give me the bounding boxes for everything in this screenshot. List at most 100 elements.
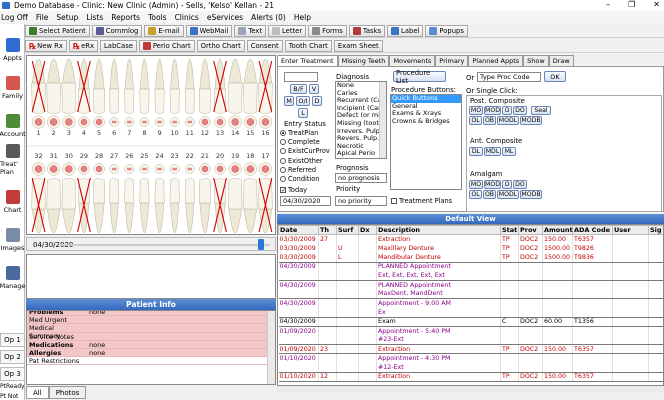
menu-eservices[interactable]: eServices <box>207 13 243 22</box>
module-chart[interactable]: Chart <box>0 176 25 214</box>
module-family[interactable]: Family <box>0 62 25 100</box>
table-row[interactable]: Ex <box>278 308 663 318</box>
procedure-list-button[interactable]: Procedure List <box>393 69 446 85</box>
table-row[interactable]: 01/09/2020 23 Extraction TP DOC2 150.00 T6357 <box>278 344 663 355</box>
column-header-ada-code[interactable]: ADA Code <box>572 225 613 235</box>
patient-info-row[interactable]: Med Urgent <box>27 316 269 325</box>
surface-oi-button[interactable]: O/I <box>296 96 310 106</box>
post-row2-ob-button[interactable]: OB <box>483 116 496 125</box>
date-slider-track[interactable] <box>60 244 270 246</box>
amal-row2-modl-button[interactable]: MODL <box>497 190 519 199</box>
status-treatplan-radio[interactable]: TreatPlan <box>280 128 330 137</box>
table-row[interactable]: #23-Ext <box>278 335 663 346</box>
amal-row2-ob-button[interactable]: OB <box>483 190 496 199</box>
webmail-button[interactable]: WebMail <box>185 24 233 37</box>
post-row1-mod-button[interactable]: MOD <box>484 106 501 115</box>
surface-d-button[interactable]: D <box>312 96 322 106</box>
column-header-description[interactable]: Description <box>376 225 501 235</box>
procedure-category-item[interactable]: Crowns & Bridges <box>391 117 461 126</box>
labcase-button[interactable]: LabCase <box>100 39 137 52</box>
table-row[interactable]: 04/30/2009 Exam C DOC2 60.00 T1356 <box>278 317 663 327</box>
patient-info-row[interactable]: Allergies none <box>27 348 269 358</box>
seal-button[interactable]: Seal <box>531 106 551 115</box>
column-header-surf[interactable]: Surf <box>336 225 359 235</box>
module-images[interactable]: Images <box>0 214 25 252</box>
proc-code-ok-button[interactable]: OK <box>544 71 566 82</box>
column-header-stat[interactable]: Stat <box>500 225 519 235</box>
ant-row-ml-button[interactable]: ML <box>502 147 516 156</box>
ortho-chart-button[interactable]: Ortho Chart <box>196 39 245 52</box>
status-complete-radio[interactable]: Complete <box>280 137 330 146</box>
prognosis-select[interactable]: no prognosis <box>335 173 387 183</box>
surface-bf-button[interactable]: B/F <box>290 84 307 94</box>
table-row[interactable]: 03/30/2009 U Maxillary Denture TP DOC2 1500.0… <box>278 243 663 253</box>
column-header-prov[interactable]: Prov <box>518 225 543 235</box>
amal-row1-mod-button[interactable]: MOD <box>484 180 501 189</box>
menu-file[interactable]: File <box>36 13 49 22</box>
table-row[interactable]: 04/30/2009 PLANNED Appointment <box>278 280 663 290</box>
op-button-1[interactable]: Op 1 <box>0 333 25 347</box>
tooth-13[interactable]: 13 <box>213 58 227 137</box>
label-button[interactable]: Label <box>387 24 424 37</box>
tab-photos[interactable]: Photos <box>48 386 87 399</box>
menu-help[interactable]: Help <box>294 13 311 22</box>
table-row[interactable]: 04/30/2009 Appointment - 9:00 AM <box>278 298 663 308</box>
treatment-plans-checkbox[interactable]: Treatment Plans <box>391 197 452 205</box>
table-row[interactable]: 03/30/2009 L Mandibular Denture TP DOC2 1500.… <box>278 252 663 263</box>
module-manage[interactable]: Manage <box>0 252 25 290</box>
column-header-amount[interactable]: Amount <box>542 225 573 235</box>
table-row[interactable]: 03/30/2009 27 Extraction TP DOC2 150.00 T6357 <box>278 234 663 244</box>
status-existcurprov-radio[interactable]: ExistCurProv <box>280 147 330 156</box>
tab-draw[interactable]: Draw <box>548 55 574 66</box>
ant-row-mdl-button[interactable]: MDL <box>484 147 501 156</box>
table-row[interactable]: 01/09/2020 Appointment - 5:40 PM <box>278 326 663 336</box>
menu-lists[interactable]: Lists <box>86 13 103 22</box>
tooth-number-field[interactable] <box>284 72 318 82</box>
patient-info-row[interactable]: Service Notes <box>27 332 269 341</box>
exam-sheet-button[interactable]: Exam Sheet <box>333 39 383 52</box>
patient-info-row[interactable]: Medications none <box>27 340 269 349</box>
perio-chart-button[interactable]: Perio Chart <box>138 39 195 52</box>
table-row[interactable]: #12-Ext <box>278 363 663 373</box>
erx-button[interactable]: ℞ eRx <box>68 39 99 52</box>
amal-row1-mo-button[interactable]: MO <box>469 180 483 189</box>
column-header-user[interactable]: User <box>612 225 649 235</box>
patient-info-row[interactable]: Medical Summary <box>27 324 269 340</box>
text-button[interactable]: Text <box>234 24 266 37</box>
tab-show[interactable]: Show <box>523 55 549 66</box>
surface-l-button[interactable]: L <box>298 108 308 118</box>
module-account[interactable]: Account <box>0 100 26 138</box>
priority-select[interactable]: no priority <box>335 196 387 206</box>
e-mail-button[interactable]: E-mail <box>144 24 184 37</box>
letter-button[interactable]: Letter <box>268 24 307 37</box>
minimize-icon[interactable]: – <box>606 0 610 9</box>
diagnosis-scrollbar[interactable] <box>379 82 386 158</box>
restore-icon[interactable]: ❐ <box>628 0 635 9</box>
module-appts[interactable]: Appts <box>0 24 25 62</box>
column-header-date[interactable]: Date <box>278 225 319 235</box>
tab-primary[interactable]: Primary <box>435 55 469 66</box>
tab-missing-teeth[interactable]: Missing Teeth <box>337 55 390 66</box>
new-rx-button[interactable]: ℞ New Rx <box>25 39 67 52</box>
table-row[interactable]: 01/10/2020 Appointment - 4:30 PM <box>278 353 663 364</box>
status-existother-radio[interactable]: ExistOther <box>280 156 330 165</box>
menu-alerts-0[interactable]: Alerts (0) <box>251 13 286 22</box>
post-row1-o-button[interactable]: O <box>502 106 512 115</box>
procedure-category-list[interactable]: Quick Buttons General Exams & Xrays Crowns … <box>390 94 462 190</box>
op-button-2[interactable]: Op 2 <box>0 350 25 364</box>
table-row[interactable]: 04/30/2009 PLANNED Appointment <box>278 262 663 272</box>
surface-m-button[interactable]: M <box>284 96 294 106</box>
amal-row1-do-button[interactable]: DO <box>513 180 527 189</box>
progress-notes-grid[interactable]: Date Th Surf Dx Description Stat Prov Amount ADA… <box>277 224 664 386</box>
select-patient-button[interactable]: Select Patient <box>25 24 90 37</box>
module-treat-plan[interactable]: Treat' Plan <box>0 138 25 176</box>
tooth-4[interactable]: 4 <box>77 58 91 137</box>
post-row2-modb-button[interactable]: MODB <box>520 116 542 125</box>
post-row1-mo-button[interactable]: MO <box>469 106 483 115</box>
chart-notes-area[interactable] <box>26 254 276 299</box>
table-row[interactable]: Ext, Ext, Ext, Ext, Ext <box>278 271 663 281</box>
tooth-chart-graphic[interactable]: 1 2 3 4 5 6 7 8 9 10 11 12 13 14 15 1632 31 30 29 28 27 26 25 2… <box>27 56 276 235</box>
popups-button[interactable]: Popups <box>425 24 468 37</box>
op-button-3[interactable]: Op 3 <box>0 367 25 381</box>
today-checkbox[interactable]: ✓ Today <box>280 186 307 194</box>
